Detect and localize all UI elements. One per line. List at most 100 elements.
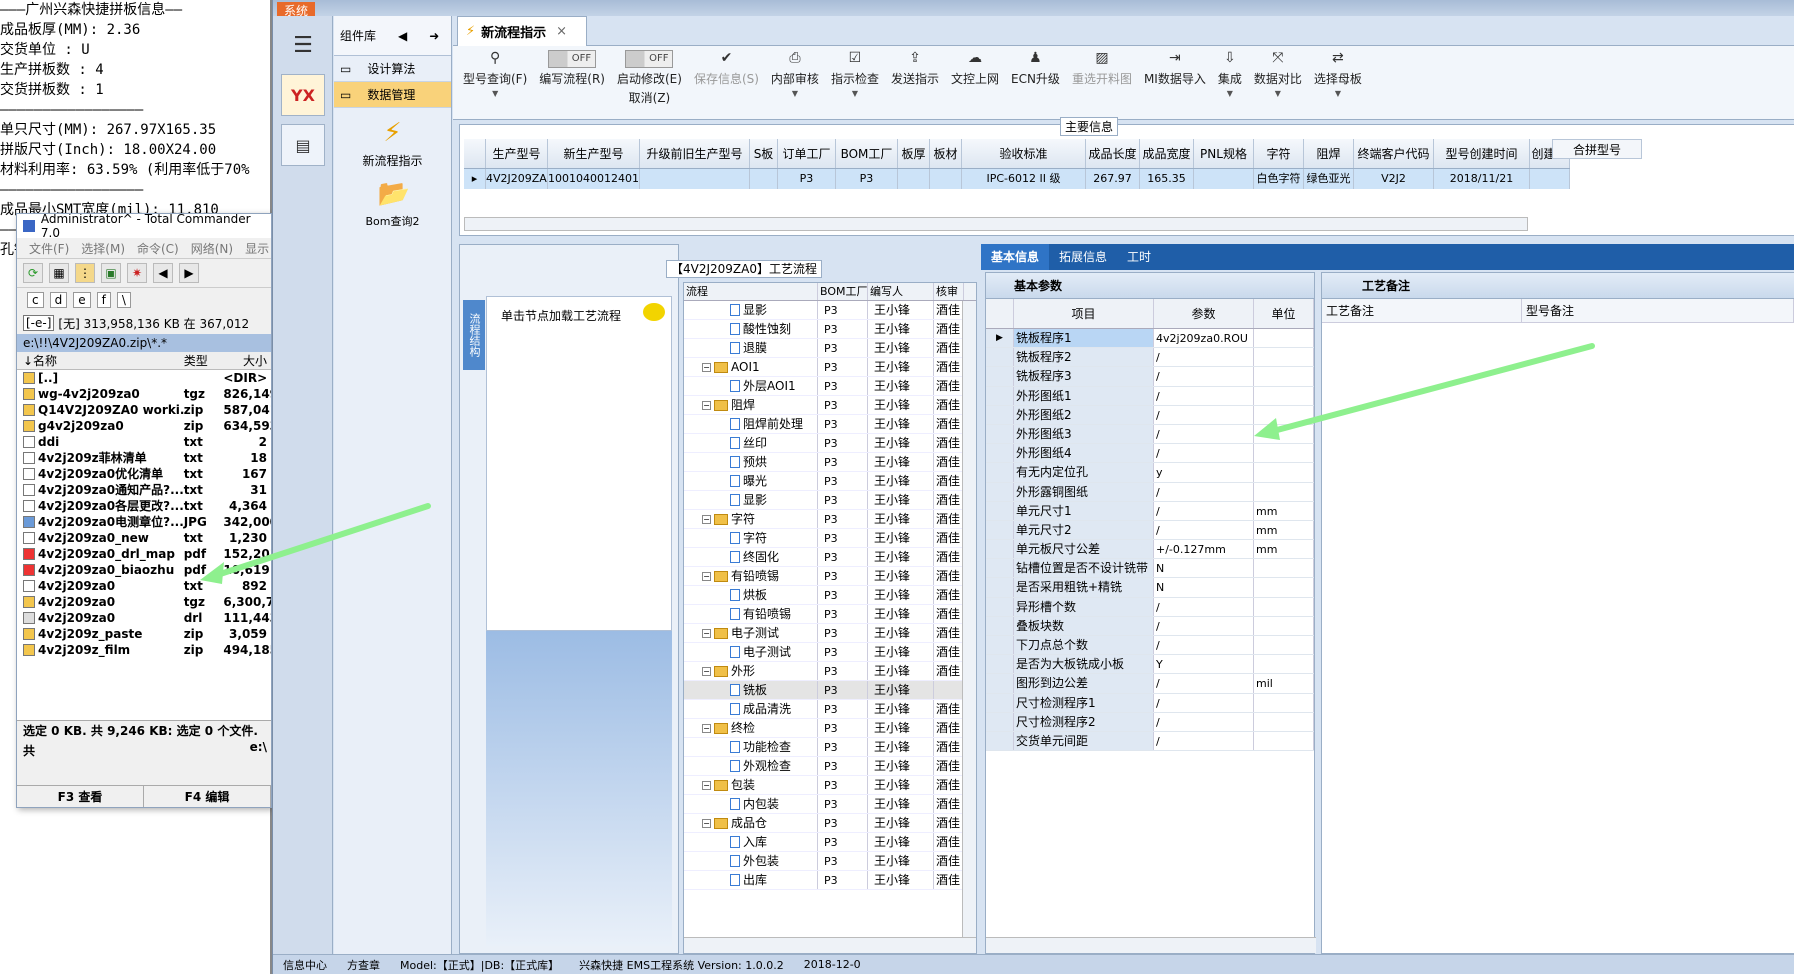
- table-row[interactable]: 4v2j209za0_new txt 1,230: [17, 530, 271, 546]
- table-row[interactable]: g4v2j209za0 zip 634,593: [17, 418, 271, 434]
- toolbar-button-2[interactable]: OFF 启动修改(E) 取消(Z): [611, 46, 688, 119]
- grid-cell[interactable]: [750, 169, 778, 189]
- list-item[interactable]: 入库 P3 王小锋 酒佳: [684, 833, 976, 852]
- calculator-icon[interactable]: ▤: [281, 124, 325, 166]
- column-header[interactable]: 新生产型号: [548, 139, 640, 168]
- flow-structure-tab[interactable]: 流程结构: [463, 300, 485, 370]
- flow-node[interactable]: 退膜: [684, 339, 818, 357]
- tc-drive-button[interactable]: e: [73, 292, 91, 308]
- table-row[interactable]: 单元尺寸2/mm: [986, 520, 1314, 541]
- close-icon[interactable]: ×: [556, 24, 567, 39]
- tc-column-0[interactable]: ↓名称: [17, 352, 184, 369]
- tc-toolbar[interactable]: ⟳ ▦ ⋮ ▣ ✷ ◀ ▶: [17, 258, 271, 288]
- flow-tree-rows[interactable]: 显影 P3 王小锋 酒佳 酸性蚀刻 P3 王小锋 酒佳 退膜 P3 王小锋 酒佳 − AOI1 P3 王小锋酒…: [684, 301, 976, 890]
- param-value[interactable]: /: [1154, 424, 1254, 444]
- column-header[interactable]: 板材: [930, 139, 962, 168]
- param-column-header[interactable]: 项目: [1014, 299, 1154, 328]
- toolbar-button-11[interactable]: ⇩ 集成 ▼: [1212, 46, 1248, 119]
- menu-icon[interactable]: ☰: [281, 24, 325, 66]
- toggle-switch[interactable]: OFF: [548, 50, 597, 68]
- toolbar-button-13[interactable]: ⇄ 选择母板 ▼: [1308, 46, 1368, 119]
- flow-node[interactable]: 字符: [684, 529, 818, 547]
- param-value[interactable]: /: [1154, 444, 1254, 463]
- flow-node[interactable]: 出库: [684, 871, 818, 889]
- collapse-toggle[interactable]: −: [702, 666, 711, 676]
- list-item[interactable]: 外包装 P3 王小锋 酒佳: [684, 852, 976, 871]
- tc-menu-item[interactable]: 显示: [245, 240, 269, 257]
- list-item[interactable]: − AOI1 P3 王小锋 酒佳: [684, 358, 976, 377]
- flow-node[interactable]: − 有铅喷锡: [684, 567, 818, 585]
- table-row[interactable]: 4v2j209z菲林清单 txt 18: [17, 450, 271, 466]
- tc-drive-button[interactable]: \: [116, 292, 131, 308]
- param-value[interactable]: /: [1154, 367, 1254, 386]
- list-item[interactable]: 外层AOI1 P3 王小锋 酒佳: [684, 377, 976, 396]
- back-arrow-icon[interactable]: ◀: [153, 263, 173, 283]
- tree-view-icon[interactable]: ⋮: [75, 263, 95, 283]
- toolbar-button-4[interactable]: ⎙ 内部审核 ▼: [765, 46, 825, 119]
- collapse-toggle[interactable]: −: [702, 723, 711, 733]
- param-value[interactable]: /: [1154, 731, 1254, 751]
- list-item[interactable]: 终固化 P3 王小锋 酒佳: [684, 548, 976, 567]
- tc-function-keys[interactable]: F3 查看 F4 编辑: [17, 785, 271, 807]
- toolbar-button-7[interactable]: ☁ 文控上网: [945, 46, 1005, 119]
- flow-node[interactable]: − 阻焊: [684, 396, 818, 414]
- tc-menu-item[interactable]: 命令(C): [137, 240, 179, 257]
- flow-node[interactable]: 显影: [684, 491, 818, 509]
- flow-node[interactable]: 曝光: [684, 472, 818, 490]
- table-row[interactable]: 铣板程序2/: [986, 348, 1314, 368]
- list-item[interactable]: − 电子测试 P3 王小锋 酒佳: [684, 624, 976, 643]
- list-item[interactable]: 电子测试 P3 王小锋 酒佳: [684, 643, 976, 662]
- list-item[interactable]: − 外形 P3 王小锋 酒佳: [684, 662, 976, 681]
- tc-drive-button[interactable]: c: [27, 292, 44, 308]
- flow-hscroll[interactable]: [684, 937, 976, 953]
- grid-cell[interactable]: 267.97: [1086, 169, 1140, 189]
- flow-node[interactable]: 外观检查: [684, 757, 818, 775]
- comp-item-design[interactable]: ▭ 设计算法: [334, 56, 451, 82]
- factory-icon[interactable]: YX: [281, 74, 325, 116]
- flow-column-header[interactable]: 编写人: [868, 283, 934, 300]
- table-row[interactable]: 单元尺寸1/mm: [986, 501, 1314, 521]
- table-row[interactable]: 异形槽个数 /: [986, 597, 1314, 617]
- column-header[interactable]: 成品长度: [1086, 139, 1140, 168]
- grid-cell[interactable]: 2018/11/21: [1434, 169, 1530, 189]
- chevron-down-icon[interactable]: ▼: [1275, 89, 1281, 98]
- table-row[interactable]: 外形图纸1/: [986, 386, 1314, 406]
- tc-column-1[interactable]: 类型: [184, 352, 224, 369]
- tc-column-2[interactable]: 大小: [223, 352, 271, 369]
- flow-tree-grid[interactable]: 流程 BOM工厂 编写人 核审 显影 P3 王小锋 酒佳 酸性蚀刻 P3 王小锋 酒佳 退膜 P3 王小锋…: [683, 282, 977, 954]
- tc-drive-button[interactable]: d: [49, 292, 68, 308]
- column-header[interactable]: 升级前旧生产型号: [640, 139, 750, 168]
- param-value[interactable]: /: [1154, 482, 1254, 501]
- grid-cell[interactable]: 白色字符: [1254, 169, 1304, 189]
- tab-2[interactable]: 工时: [1117, 244, 1161, 270]
- list-item[interactable]: 显影 P3 王小锋 酒佳: [684, 301, 976, 320]
- remark-column-0[interactable]: 工艺备注: [1322, 299, 1522, 322]
- chevron-down-icon[interactable]: ▼: [1227, 89, 1233, 98]
- remark-header[interactable]: 工艺备注 型号备注: [1322, 299, 1794, 323]
- chevron-down-icon[interactable]: ▼: [492, 89, 498, 98]
- table-row[interactable]: 4v2j209za0_drl_map pdf 152,201: [17, 546, 271, 562]
- tc-menu-item[interactable]: 文件(F): [29, 240, 69, 257]
- list-item[interactable]: 退膜 P3 王小锋 酒佳: [684, 339, 976, 358]
- forward-arrow-icon[interactable]: ▶: [179, 263, 199, 283]
- list-item[interactable]: 成品清洗 P3 王小锋 酒佳: [684, 700, 976, 719]
- tc-path[interactable]: e:\!!\4V2J209ZA0.zip\*.*: [17, 334, 271, 352]
- list-item[interactable]: − 有铅喷锡 P3 王小锋 酒佳: [684, 567, 976, 586]
- grid-cell[interactable]: 绿色亚光: [1304, 169, 1354, 189]
- tc-menu-item[interactable]: 选择(M): [81, 240, 125, 257]
- param-value[interactable]: /: [1154, 597, 1254, 616]
- toolbar-button-10[interactable]: ⇥ MI数据导入: [1138, 46, 1212, 119]
- tc-fkey-button[interactable]: F3 查看: [17, 786, 144, 807]
- thumbnail-icon[interactable]: ▣: [101, 263, 121, 283]
- table-row[interactable]: ▶ 铣板程序1 4v2j209za0.ROU: [986, 329, 1314, 349]
- flow-node[interactable]: − 终检: [684, 719, 818, 737]
- tools-icon[interactable]: ✷: [127, 263, 147, 283]
- collapse-toggle[interactable]: −: [702, 514, 711, 524]
- list-item[interactable]: 铣板 P3 王小锋: [684, 681, 976, 700]
- collapse-toggle[interactable]: −: [702, 628, 711, 638]
- flow-node[interactable]: 烘板: [684, 586, 818, 604]
- tc-drive-select[interactable]: [-e-]: [23, 315, 55, 331]
- column-header[interactable]: 型号创建时间: [1434, 139, 1530, 168]
- list-item[interactable]: 功能检查 P3 王小锋 酒佳: [684, 738, 976, 757]
- grid-cell[interactable]: [898, 169, 930, 189]
